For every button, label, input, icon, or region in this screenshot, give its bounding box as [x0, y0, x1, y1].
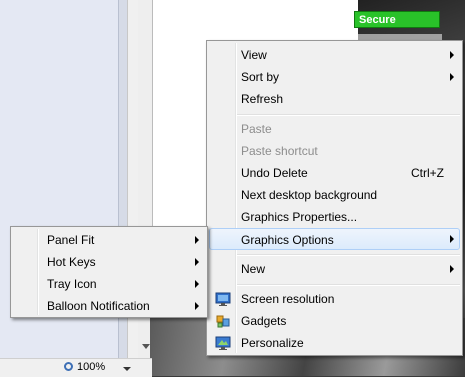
- menu-item-gadgets[interactable]: Gadgets: [209, 310, 460, 332]
- monitor-icon: [215, 292, 231, 306]
- submenu-item-panel-fit[interactable]: Panel Fit: [13, 229, 205, 251]
- menu-item-graphics-properties[interactable]: Graphics Properties...: [209, 206, 460, 228]
- submenu-arrow-icon: [450, 51, 454, 59]
- graphics-options-submenu: Panel Fit Hot Keys Tray Icon Balloon Not…: [10, 226, 208, 318]
- shortcut-label: Ctrl+Z: [411, 166, 444, 180]
- scroll-down-arrow-icon[interactable]: [142, 344, 150, 349]
- submenu-item-hot-keys[interactable]: Hot Keys: [13, 251, 205, 273]
- submenu-item-tray-icon[interactable]: Tray Icon: [13, 273, 205, 295]
- menu-item-undo-delete[interactable]: Undo Delete Ctrl+Z: [209, 162, 460, 184]
- zoom-level[interactable]: 100%: [77, 361, 105, 373]
- menu-item-next-desktop-background[interactable]: Next desktop background: [209, 184, 460, 206]
- menu-item-view[interactable]: View: [209, 44, 460, 66]
- menu-item-paste-shortcut[interactable]: Paste shortcut: [209, 140, 460, 162]
- menu-separator: [237, 284, 460, 286]
- window-border: [118, 0, 127, 376]
- submenu-arrow-icon: [195, 236, 199, 244]
- menu-item-sort-by[interactable]: Sort by: [209, 66, 460, 88]
- menu-item-graphics-options[interactable]: Graphics Options: [209, 228, 460, 250]
- submenu-arrow-icon: [195, 302, 199, 310]
- submenu-arrow-icon: [195, 258, 199, 266]
- gadgets-icon: [216, 315, 230, 328]
- submenu-item-balloon-notification[interactable]: Balloon Notification: [13, 295, 205, 317]
- secure-badge: Secure: [354, 11, 440, 28]
- menu-separator: [237, 114, 460, 116]
- menu-separator: [237, 254, 460, 256]
- desktop-context-menu: View Sort by Refresh Paste Paste shortcu…: [206, 40, 463, 356]
- menu-item-refresh[interactable]: Refresh: [209, 88, 460, 110]
- personalize-icon: [215, 336, 231, 350]
- submenu-arrow-icon: [450, 265, 454, 273]
- menu-item-personalize[interactable]: Personalize: [209, 332, 460, 354]
- menu-item-paste[interactable]: Paste: [209, 118, 460, 140]
- window-content-area: [0, 0, 118, 376]
- menu-item-new[interactable]: New: [209, 258, 460, 280]
- submenu-arrow-icon: [450, 235, 454, 243]
- submenu-arrow-icon: [195, 280, 199, 288]
- zoom-dropdown-icon[interactable]: [123, 367, 131, 371]
- zoom-icon[interactable]: [64, 362, 73, 371]
- submenu-arrow-icon: [450, 73, 454, 81]
- menu-item-screen-resolution[interactable]: Screen resolution: [209, 288, 460, 310]
